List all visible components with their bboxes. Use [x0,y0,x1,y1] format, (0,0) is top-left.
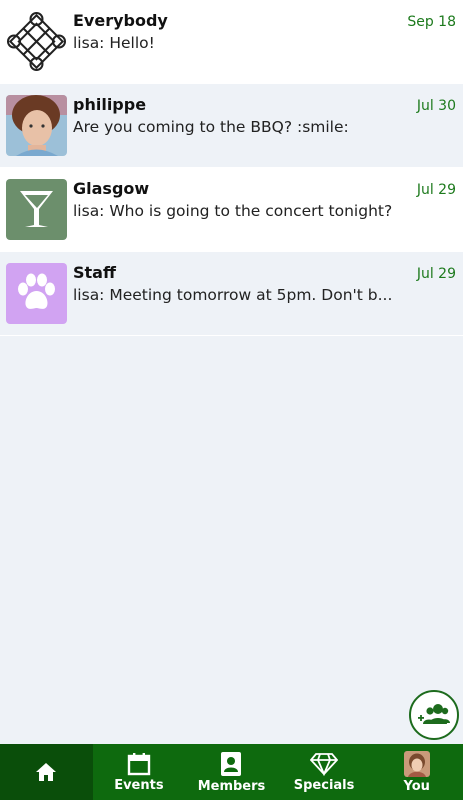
conversation-row-glasgow[interactable]: Glasgow Jul 29 lisa: Who is going to the… [0,168,463,252]
nav-members-label: Members [197,778,266,794]
conversation-row-everybody[interactable]: Everybody Sep 18 lisa: Hello! [0,0,463,84]
conversation-list: Everybody Sep 18 lisa: Hello! philippe J… [0,0,463,336]
nav-events-label: Events [114,777,164,793]
nav-home[interactable] [0,744,93,800]
nav-members[interactable]: Members [185,744,278,800]
conversation-date: Jul 29 [416,182,456,198]
diamond-icon [310,752,339,776]
contacts-book-icon [221,751,242,776]
paw-icon [6,263,67,324]
conversation-name: philippe [73,95,147,114]
calendar-icon [127,752,151,775]
home-icon [36,763,57,781]
nav-you[interactable]: You [370,744,463,800]
conversation-preview: lisa: Who is going to the concert tonigh… [73,202,393,220]
conversation-name: Staff [73,263,116,282]
conversation-date: Jul 30 [416,98,456,114]
nav-you-label: You [403,778,430,794]
conversation-name: Glasgow [73,179,150,198]
conversation-preview: Are you coming to the BBQ? :smile: [73,118,349,136]
conversation-preview: lisa: Hello! [73,34,155,52]
conversation-name: Everybody [73,11,168,30]
nav-events[interactable]: Events [93,744,186,800]
conversation-row-staff[interactable]: Staff Jul 29 lisa: Meeting tomorrow at 5… [0,252,463,336]
conversation-preview: lisa: Meeting tomorrow at 5pm. Don't b..… [73,286,393,304]
cocktail-icon [6,179,67,240]
new-group-button[interactable] [409,690,459,740]
user-photo [6,95,67,156]
celtic-knot-icon [6,11,67,72]
conversation-date: Sep 18 [407,14,456,30]
nav-specials-label: Specials [293,777,355,793]
profile-avatar [403,750,430,777]
conversation-date: Jul 29 [416,266,456,282]
add-group-icon [418,704,450,724]
bottom-nav: Events Members Specials You [0,744,463,800]
nav-specials[interactable]: Specials [278,744,371,800]
conversation-row-philippe[interactable]: philippe Jul 30 Are you coming to the BB… [0,84,463,168]
